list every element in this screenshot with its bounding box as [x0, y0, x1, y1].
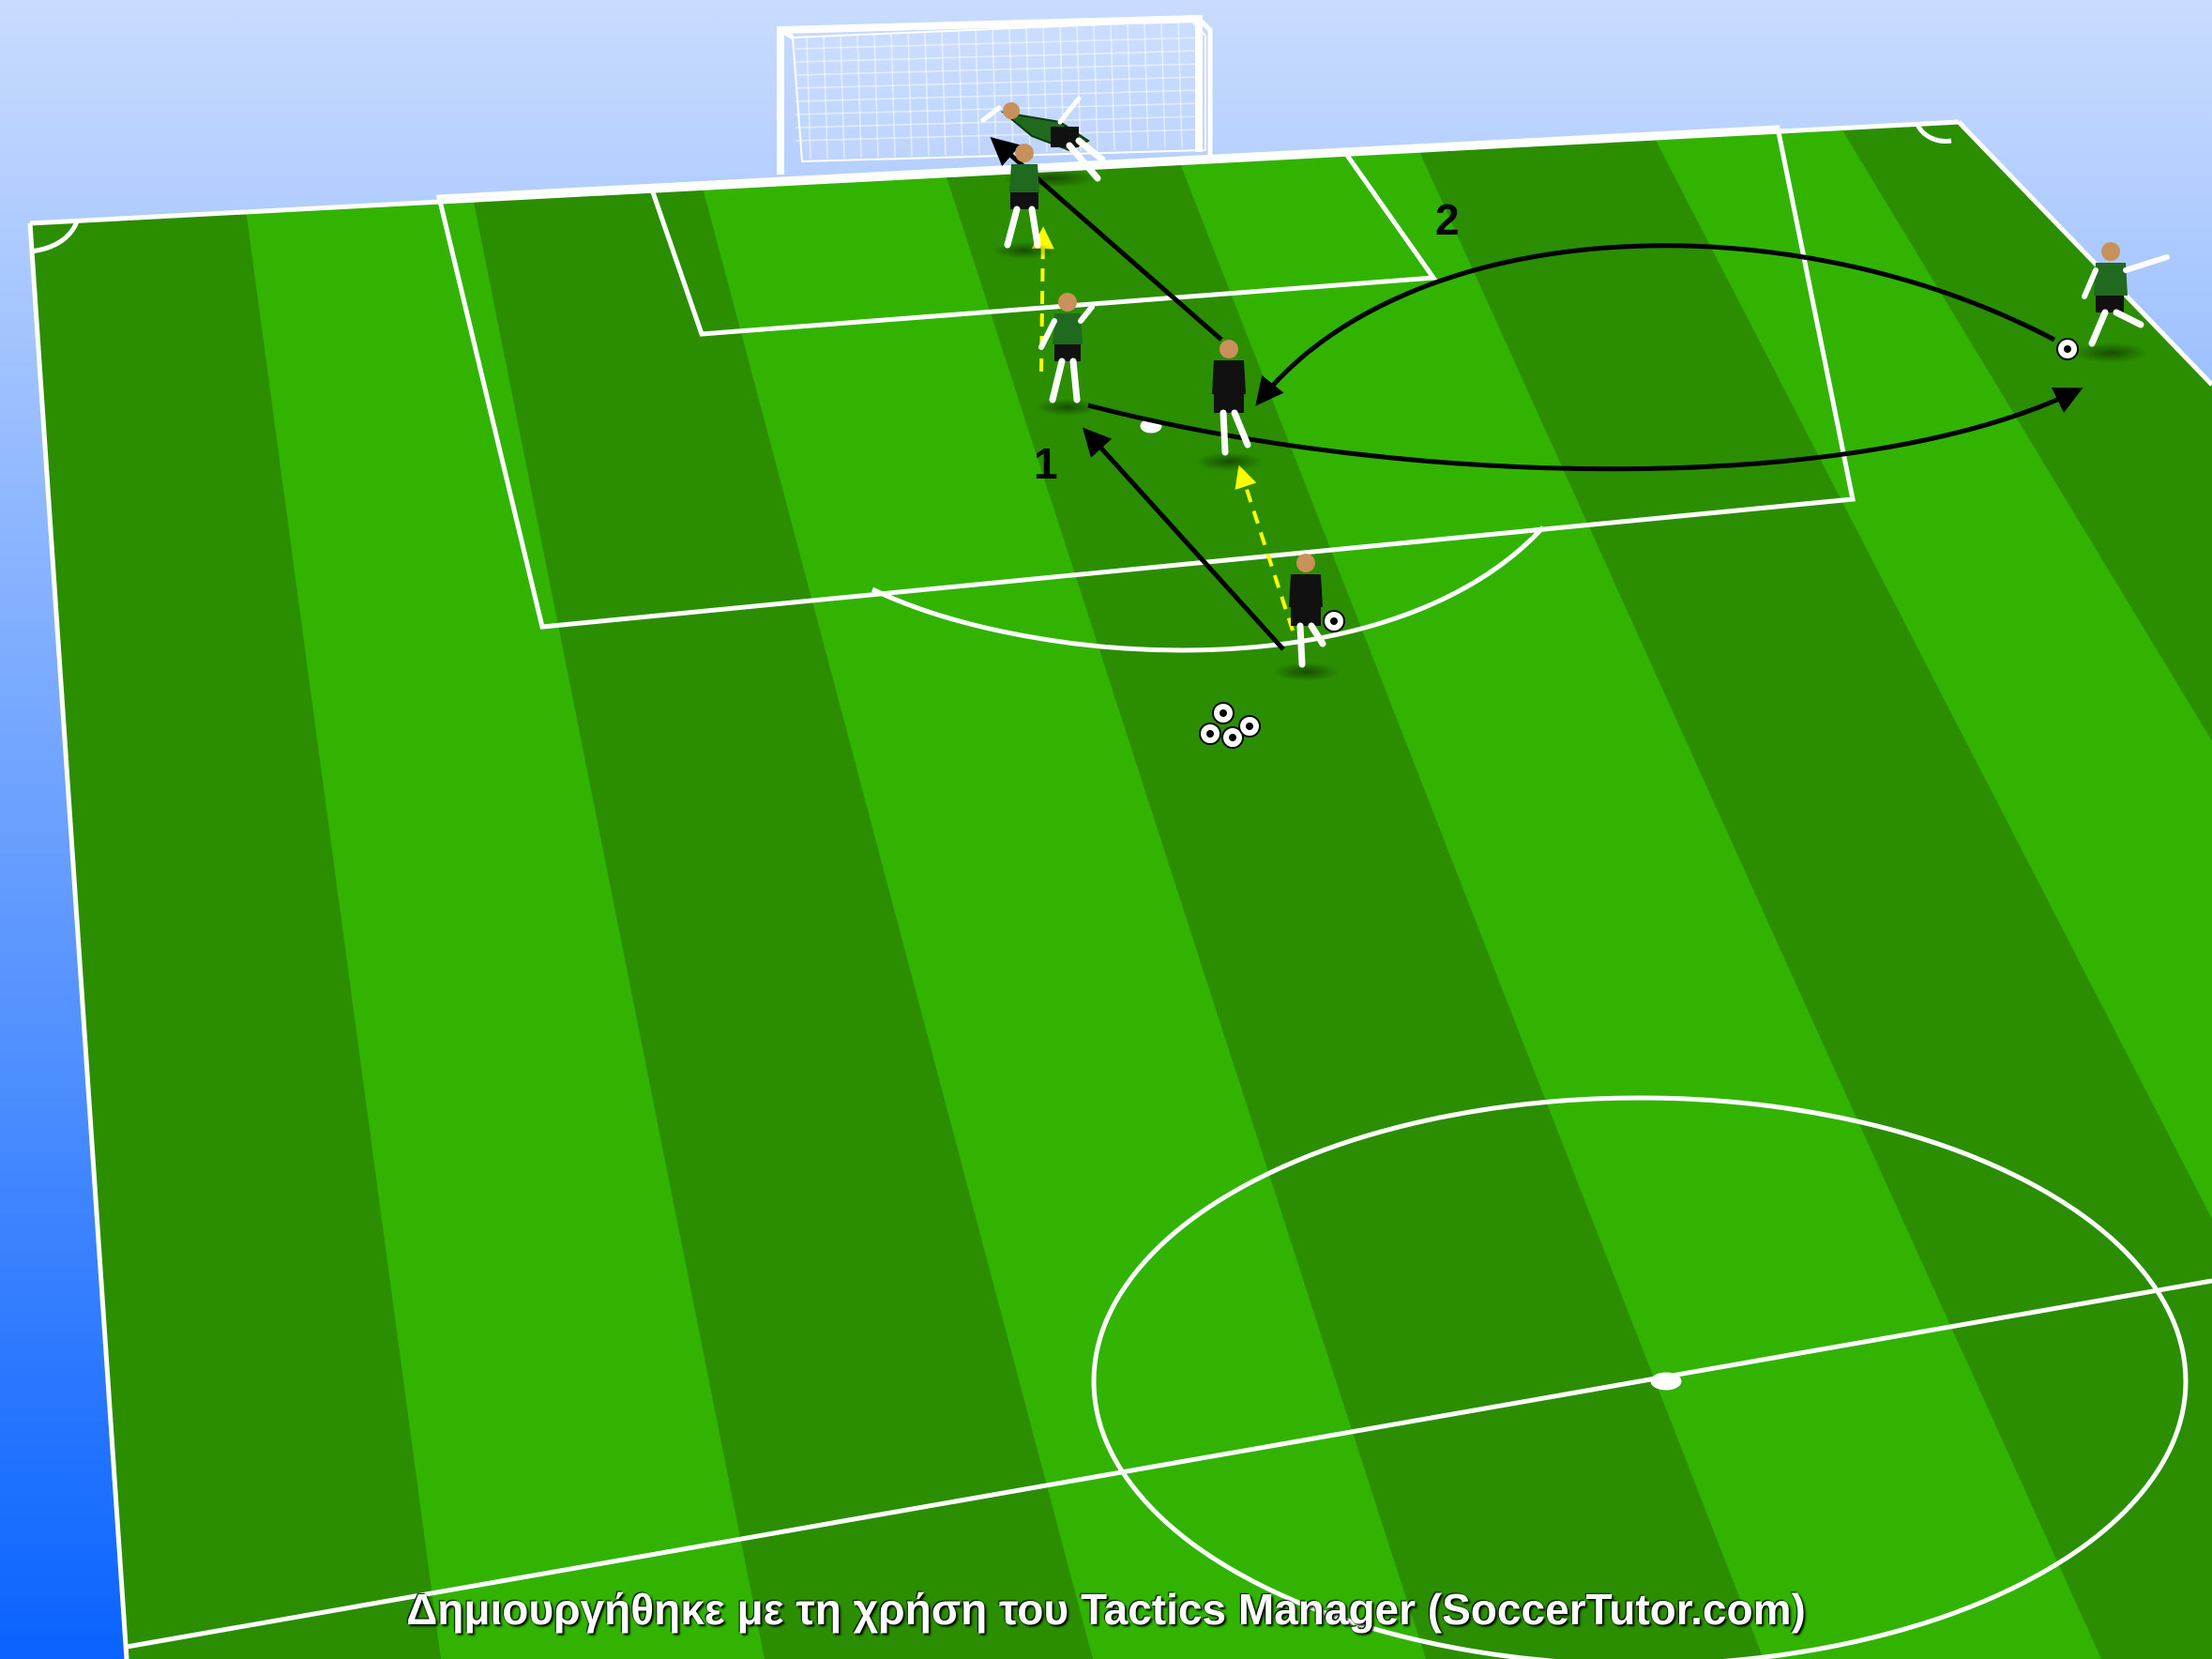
ball-icon — [1238, 715, 1261, 738]
center-spot — [1650, 1372, 1682, 1391]
ball-icon — [1323, 610, 1345, 632]
credit-caption: Δημιουργήθηκε με τη χρήση του Tactics Ma… — [406, 1585, 1806, 1634]
ball-icon — [1199, 723, 1221, 745]
ball-icon — [1212, 702, 1235, 724]
goal — [777, 14, 1213, 175]
pitch-diagram: 1 2 — [0, 0, 2212, 1659]
phase-label-2: 2 — [1435, 195, 1460, 244]
phase-label-1: 1 — [1034, 439, 1058, 488]
ball-icon — [2056, 338, 2079, 360]
